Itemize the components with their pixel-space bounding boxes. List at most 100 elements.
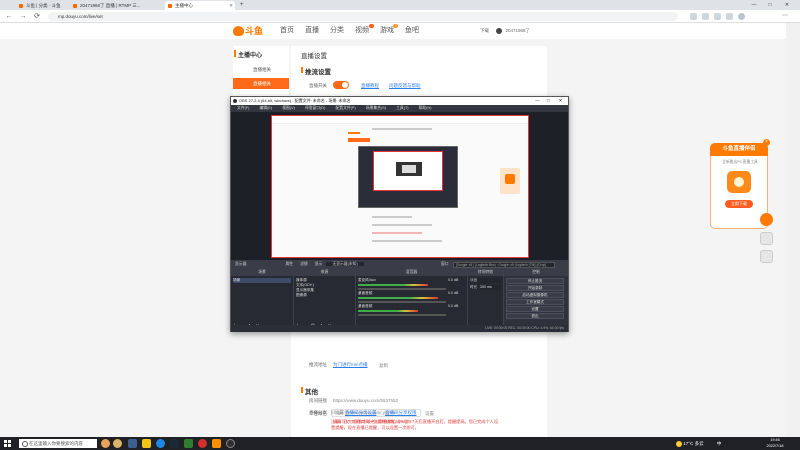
obs-menu-edit[interactable]: 编辑(E) xyxy=(260,106,273,110)
share-permission-link[interactable]: 直播间分享权限 xyxy=(385,410,417,416)
downloads-icon[interactable] xyxy=(726,13,733,20)
obs-maximize-button[interactable]: □ xyxy=(544,97,553,105)
obs-minimize-button[interactable]: — xyxy=(533,97,542,105)
obs-preview-canvas[interactable] xyxy=(271,115,529,258)
taskbar-app-icon[interactable] xyxy=(101,439,110,448)
douyu-favicon-icon xyxy=(73,3,77,8)
browser-tab-1[interactable]: 斗鱼 | 分类 · 斗鱼 xyxy=(16,1,64,10)
file-explorer-icon[interactable] xyxy=(142,439,151,448)
mixer-channel-name: 桌面音频 xyxy=(358,304,373,308)
scenes-dock-title: 场景 xyxy=(231,269,293,276)
taskbar-app-icon[interactable] xyxy=(198,439,207,448)
download-link[interactable]: 下载 xyxy=(480,28,489,33)
address-bar-row: ← → ⟳ mp.douyu.com/live/set ⋯ xyxy=(0,10,800,23)
obs-menu-file[interactable]: 文件(F) xyxy=(237,106,249,110)
room-link-label: 房间链接 xyxy=(309,398,327,403)
obs-menu-tools[interactable]: 工具(T) xyxy=(396,106,408,110)
nav-home[interactable]: 首页 xyxy=(280,26,294,36)
obs-menu-profile[interactable]: 配置文件(P) xyxy=(335,106,355,110)
back-button[interactable]: ← xyxy=(4,11,14,22)
help-link[interactable]: 问题反馈与帮助 xyxy=(389,83,421,89)
obs-taskbar-icon[interactable] xyxy=(226,439,235,448)
tutorial-link[interactable]: 直播教程 xyxy=(361,83,379,89)
taskbar-app-icon[interactable] xyxy=(184,439,193,448)
obs-menu-docks[interactable]: 停靠窗口(D) xyxy=(305,106,325,110)
transition-duration-input[interactable]: 300 ms xyxy=(480,285,502,290)
url-field[interactable]: mp.douyu.com/live/set xyxy=(48,12,678,21)
ctx-properties-button[interactable]: 属性 xyxy=(285,262,293,266)
ctx-display-select[interactable]: 无显示器(未知) xyxy=(326,262,364,266)
obs-title-bar[interactable]: OBS 27.2.4 (64-bit, windows) - 配置文件: 未命名… xyxy=(231,97,568,105)
sidebar-item-live-settings[interactable]: 直播相关 xyxy=(233,78,289,89)
stop-streaming-button[interactable]: 停止推流 xyxy=(506,278,564,284)
sidebar-item-live[interactable]: 直播相关 xyxy=(233,64,289,75)
ctx-capture-label: 窗口 xyxy=(441,262,449,266)
promo-close-icon[interactable]: × xyxy=(763,139,770,146)
share-value: § 设置 xyxy=(331,410,344,415)
minimize-window-button[interactable]: — xyxy=(748,0,760,10)
transition-duration-label: 时长 xyxy=(470,285,478,289)
obs-menu-view[interactable]: 视图(V) xyxy=(282,106,295,110)
forward-button[interactable]: → xyxy=(18,11,28,22)
nav-live[interactable]: 直播 xyxy=(305,26,319,36)
favorites-icon[interactable] xyxy=(702,13,709,20)
nav-category[interactable]: 分类 xyxy=(330,26,344,36)
studio-mode-button[interactable]: 工作室模式 xyxy=(506,299,564,305)
profile-avatar-icon[interactable] xyxy=(738,13,745,20)
taskbar-clock[interactable]: 19:45 2022/7/18 xyxy=(760,438,790,449)
reload-button[interactable]: ⟳ xyxy=(32,11,42,22)
stream-address-link[interactable]: 为门进行mm点播 xyxy=(333,362,368,368)
douyu-logo[interactable]: 斗鱼 xyxy=(233,25,271,37)
taskbar-app-icon[interactable] xyxy=(113,439,122,448)
user-avatar[interactable] xyxy=(496,27,503,34)
ime-indicator[interactable]: 中 xyxy=(717,441,722,446)
source-item[interactable]: 图像源 xyxy=(296,293,307,298)
exit-button[interactable]: 退出 xyxy=(506,313,564,319)
ctx-filters-button[interactable]: 滤镜 xyxy=(300,262,308,266)
edge-icon[interactable] xyxy=(156,439,165,448)
douyu-app-icon[interactable] xyxy=(212,439,221,448)
more-menu-icon[interactable]: ⋯ xyxy=(782,13,789,20)
custom-domain-button[interactable]: 设置 xyxy=(425,411,434,417)
share-settings-link[interactable]: 直播间分享设置 xyxy=(345,410,377,416)
steam-icon[interactable] xyxy=(170,439,179,448)
copy-address-button[interactable]: 复制 xyxy=(379,363,388,369)
settings-float-icon[interactable] xyxy=(760,250,773,263)
obs-menu-help[interactable]: 帮助(H) xyxy=(419,106,432,110)
task-view-icon[interactable] xyxy=(128,439,137,448)
obs-menu-scene-collection[interactable]: 场景集合(S) xyxy=(366,106,386,110)
mixer-volume-slider[interactable] xyxy=(358,288,446,290)
obs-close-button[interactable]: ✕ xyxy=(556,97,565,105)
taskbar-search-input[interactable]: 在这里输入你要搜索的内容 xyxy=(19,439,97,448)
nav-video[interactable]: 视频 xyxy=(355,26,369,36)
close-tab-icon[interactable]: ✕ xyxy=(229,1,233,10)
nav-games[interactable]: 游戏 xyxy=(380,26,394,36)
mixer-volume-slider[interactable] xyxy=(358,301,446,303)
home-float-icon[interactable] xyxy=(760,232,773,245)
ctx-capture-select[interactable]: [Google: x5 ] (Logitech Brio) : Google: … xyxy=(453,261,555,268)
username[interactable]: 20471968了 xyxy=(506,28,531,33)
weather-text[interactable]: 17°C 多云 xyxy=(683,441,703,446)
maximize-window-button[interactable]: □ xyxy=(764,0,776,10)
feedback-float-icon[interactable] xyxy=(760,213,773,226)
new-tab-button[interactable]: + xyxy=(238,1,248,10)
transition-type-select[interactable]: 淡出 xyxy=(470,278,502,283)
obs-preview-area[interactable] xyxy=(231,112,568,260)
browser-tab-3[interactable]: 主播中心 ✕ xyxy=(165,1,235,10)
browser-tab-2[interactable]: 20471968了 直播 | RTMP 三... xyxy=(70,1,160,10)
collections-icon[interactable] xyxy=(714,13,721,20)
extension-icon[interactable] xyxy=(690,13,697,20)
live-toggle-switch[interactable] xyxy=(333,81,349,89)
windows-start-icon[interactable] xyxy=(4,440,11,447)
mixer-volume-slider[interactable] xyxy=(358,314,446,316)
search-placeholder: 在这里输入你要搜索的内容 xyxy=(29,441,83,446)
promo-download-button[interactable]: 立即下载 xyxy=(725,200,753,208)
start-recording-button[interactable]: 开始录制 xyxy=(506,285,564,291)
nav-fishbar[interactable]: 鱼吧 xyxy=(405,26,419,36)
scene-item[interactable]: 场景 xyxy=(233,278,291,283)
start-virtual-camera-button[interactable]: 启动虚拟摄像机 xyxy=(506,292,564,298)
companion-app-promo[interactable]: 斗鱼直播伴侣 × 全新推出PC直播工具 立即下载 xyxy=(710,139,770,229)
settings-button[interactable]: 设置 xyxy=(506,306,564,312)
system-tray: 17°C 多云 中 xyxy=(676,437,721,450)
close-window-button[interactable]: ✕ xyxy=(781,0,793,10)
